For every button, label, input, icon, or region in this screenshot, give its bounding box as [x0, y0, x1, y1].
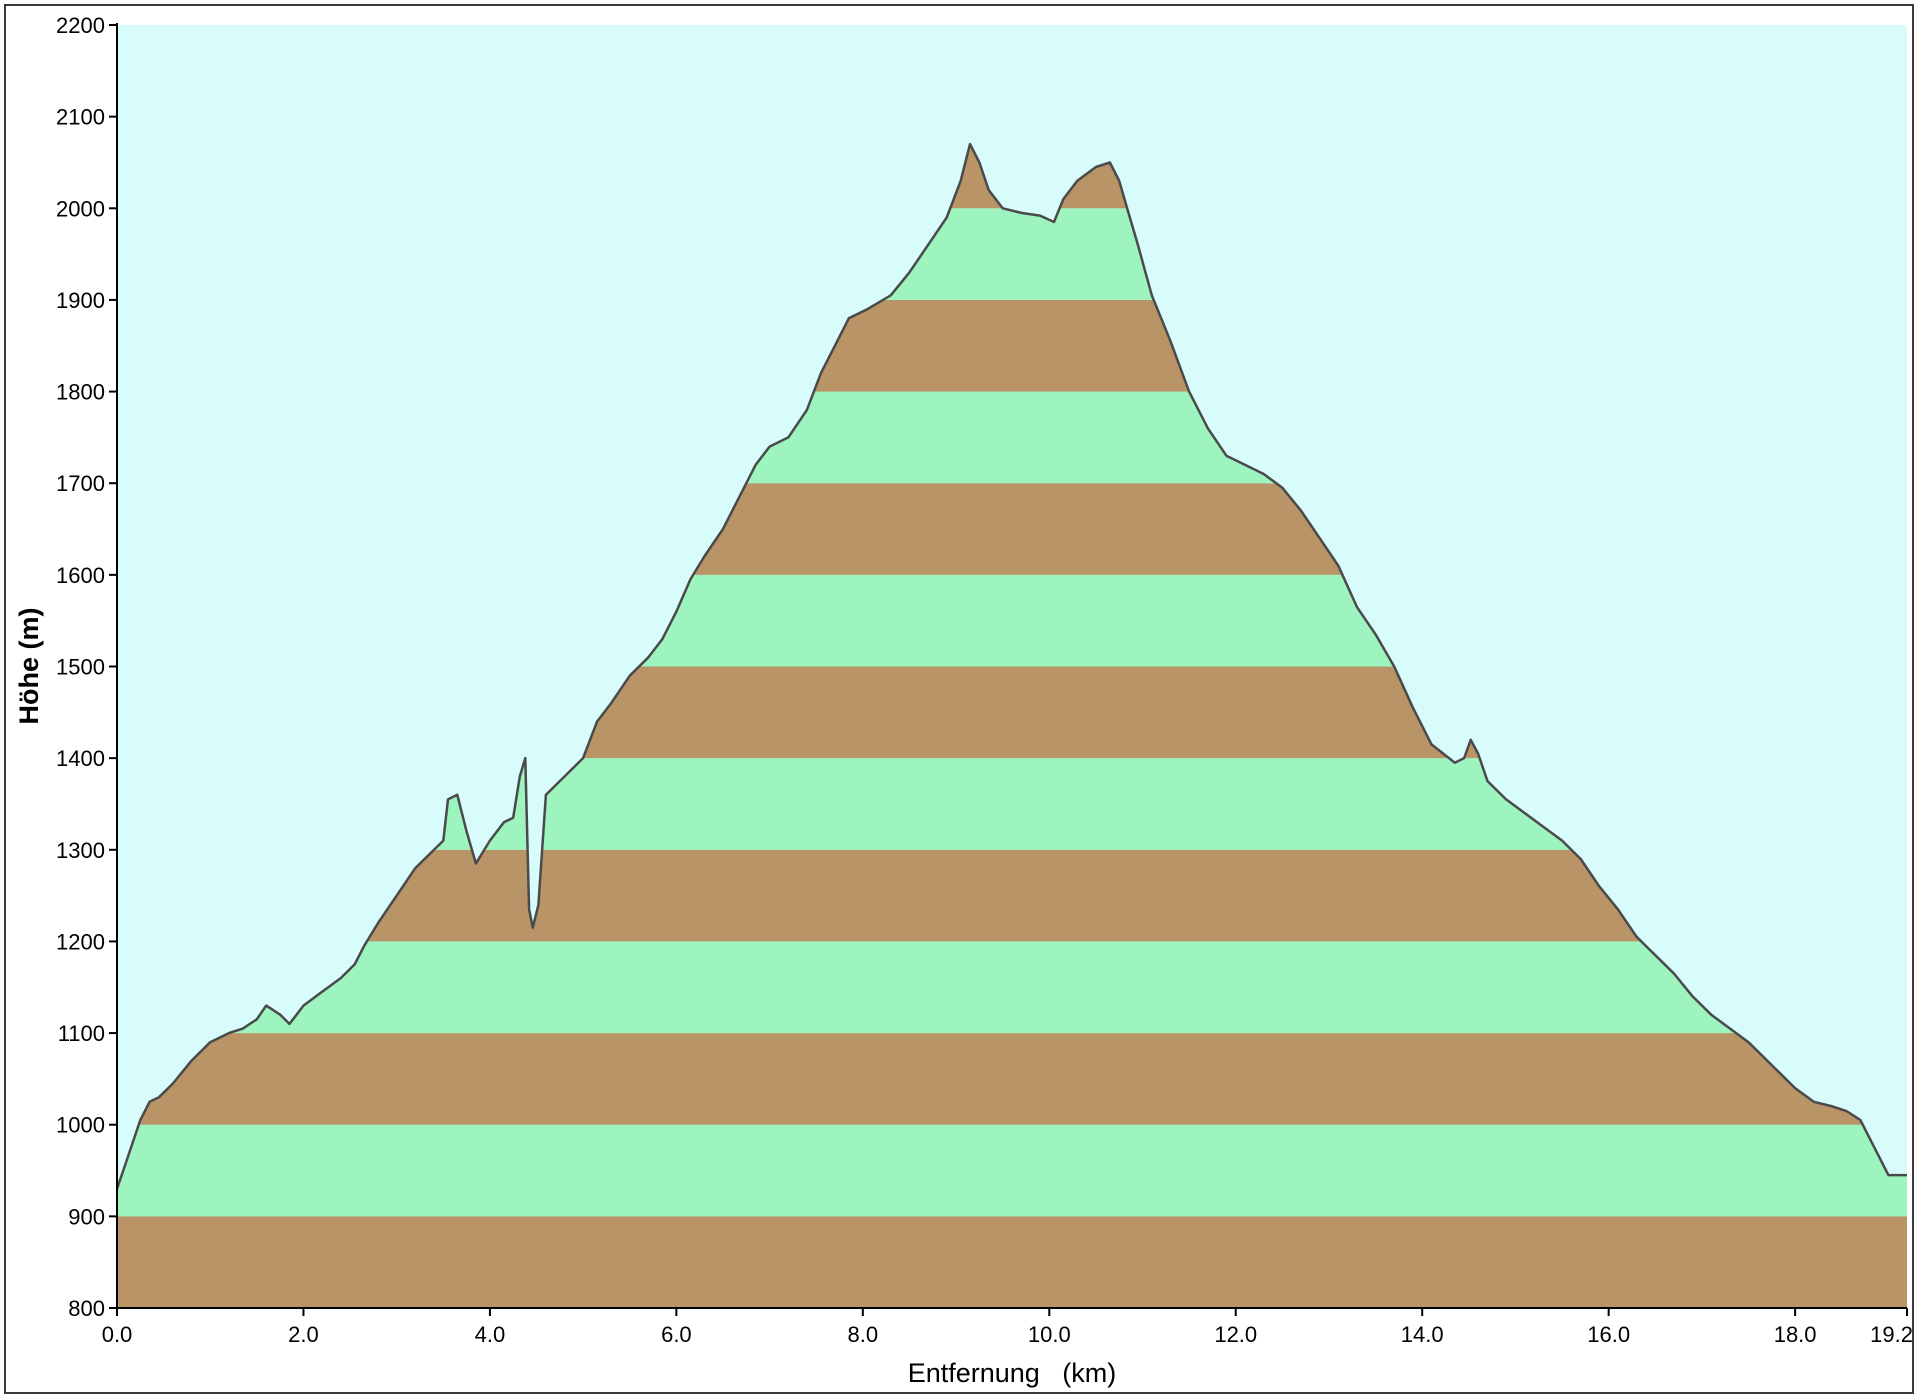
y-axis-title: Höhe (m)	[14, 608, 44, 725]
y-tick-label: 800	[68, 1296, 105, 1321]
elevation-band	[117, 1033, 1907, 1125]
elevation-band	[117, 1124, 1907, 1217]
y-tick-label: 2100	[56, 105, 105, 130]
y-tick-label: 2000	[56, 196, 105, 221]
x-axis-ticks: 0.0 2.0 4.0 6.0 8.0 10.0 12.0 14.0 16.0 18.0 19.2	[102, 1308, 1913, 1347]
y-axis-ticks: 800 900 1000 1100 1200 1300 1400 1500 1600 1700 18…	[56, 13, 117, 1321]
x-axis-title: Entfernung (km)	[908, 1358, 1117, 1388]
x-tick-label: 19.2	[1870, 1322, 1913, 1347]
y-tick-label: 1900	[56, 288, 105, 313]
x-tick-label: 4.0	[475, 1322, 506, 1347]
elevation-band	[117, 1216, 1907, 1308]
y-tick-label: 1300	[56, 838, 105, 863]
y-tick-label: 1000	[56, 1113, 105, 1138]
x-tick-label: 10.0	[1028, 1322, 1071, 1347]
y-tick-label: 1400	[56, 746, 105, 771]
x-tick-label: 8.0	[848, 1322, 879, 1347]
x-tick-label: 12.0	[1214, 1322, 1257, 1347]
y-tick-label: 1500	[56, 655, 105, 680]
x-tick-label: 16.0	[1587, 1322, 1630, 1347]
y-tick-label: 900	[68, 1204, 105, 1229]
y-tick-label: 1600	[56, 563, 105, 588]
x-tick-label: 18.0	[1774, 1322, 1817, 1347]
x-tick-label: 2.0	[288, 1322, 319, 1347]
x-tick-label: 6.0	[661, 1322, 692, 1347]
y-tick-label: 1800	[56, 380, 105, 405]
elevation-band	[117, 941, 1907, 1034]
x-tick-label: 14.0	[1401, 1322, 1444, 1347]
y-tick-label: 1200	[56, 929, 105, 954]
y-tick-label: 1700	[56, 471, 105, 496]
y-tick-label: 1100	[58, 1021, 105, 1046]
x-tick-label: 0.0	[102, 1322, 133, 1347]
y-tick-label: 2200	[56, 13, 105, 38]
elevation-profile-chart: 800 900 1000 1100 1200 1300 1400 1500 1600 1700 18…	[14, 13, 1913, 1388]
